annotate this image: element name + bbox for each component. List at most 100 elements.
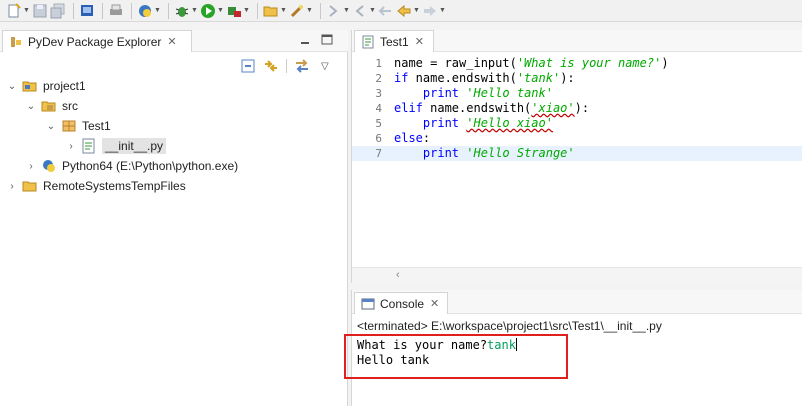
package-explorer-panel: PyDev Package Explorer ✕ ▽ ⌄ project1 ⌄ … [0, 30, 348, 406]
chevron-right-icon[interactable]: › [6, 181, 18, 192]
code-token: 'xiao' [531, 101, 575, 115]
tree-item-label: project1 [43, 79, 86, 93]
tree-item-label: __init__.py [102, 138, 167, 154]
tab-label: Console [380, 296, 425, 311]
chevron-down-icon[interactable]: ⌄ [45, 121, 57, 132]
close-icon[interactable]: ✕ [430, 297, 439, 310]
tree-item-remote-systems[interactable]: › RemoteSystemsTempFiles [6, 176, 185, 196]
chevron-down-icon[interactable]: ▼ [217, 7, 224, 14]
back-icon [397, 4, 411, 17]
new-button[interactable]: ▼ [6, 1, 30, 21]
chevron-down-icon[interactable]: ▼ [439, 7, 446, 14]
tab-package-explorer[interactable]: PyDev Package Explorer ✕ [2, 30, 192, 52]
code-editor-panel: Test1 ✕ 1 name = raw_input('What is your … [351, 30, 802, 283]
debug-button[interactable]: ▼ [174, 1, 198, 21]
code-token: ) [661, 56, 669, 70]
back-button[interactable]: ▼ [396, 1, 420, 21]
console-tabbar: Console ✕ [352, 290, 802, 314]
code-line[interactable]: 7 print 'Hello Strange' [352, 146, 802, 161]
toolbar-separator [320, 2, 321, 19]
chevron-down-icon[interactable]: ▼ [280, 7, 287, 14]
code-line[interactable]: 1 name = raw_input('What is your name?') [352, 56, 802, 71]
tree-item-test1[interactable]: ⌄ Test1 [45, 116, 111, 136]
tab-console[interactable]: Console ✕ [354, 292, 448, 314]
maximize-icon[interactable] [320, 34, 334, 46]
code-line[interactable]: 3 print 'Hello tank' [352, 86, 802, 101]
console-icon [361, 298, 375, 309]
last-edit-icon [378, 5, 391, 16]
external-tools-icon [228, 6, 241, 17]
python-button[interactable]: ▼ [137, 1, 161, 21]
close-icon[interactable]: ✕ [167, 35, 176, 48]
tree-item-init-py[interactable]: › __init__.py [65, 136, 167, 156]
horizontal-scrollbar[interactable]: ‹ [352, 267, 802, 283]
chevron-down-icon[interactable]: ▼ [306, 7, 313, 14]
editor-tabbar: Test1 ✕ [352, 30, 802, 52]
tree-item-project1[interactable]: ⌄ project1 [6, 76, 86, 96]
tree-item-src[interactable]: ⌄ src [25, 96, 78, 116]
chevron-down-icon[interactable]: ▼ [343, 7, 350, 14]
view-menu-icon[interactable]: ▽ [321, 61, 329, 72]
code-token: print [422, 146, 460, 160]
code-text: print 'Hello Strange' [394, 146, 575, 161]
chevron-down-icon[interactable]: ⌄ [6, 81, 18, 92]
code-text: else: [394, 131, 430, 146]
chevron-down-icon[interactable]: ⌄ [25, 101, 37, 112]
toolbar-separator [257, 2, 258, 19]
chevron-down-icon[interactable]: ▼ [413, 7, 420, 14]
chevron-down-icon[interactable]: ▼ [191, 7, 198, 14]
open-type-icon [81, 4, 93, 16]
filters-icon[interactable] [294, 58, 310, 74]
code-line[interactable]: 6 else: [352, 131, 802, 146]
toolbar-separator [131, 2, 132, 19]
run-icon [201, 3, 215, 18]
code-token: ): [560, 71, 575, 85]
save-all-icon [50, 3, 65, 18]
view-window-controls [290, 34, 334, 46]
tree-item-python64[interactable]: › Python64 (E:\Python\python.exe) [25, 156, 238, 176]
next-annotation-button[interactable]: ▼ [326, 1, 350, 21]
external-tools-button[interactable]: ▼ [226, 1, 250, 21]
python-interpreter-icon [43, 160, 55, 172]
open-folder-button[interactable]: ▼ [263, 1, 287, 21]
run-button[interactable]: ▼ [200, 1, 224, 21]
code-text: elif name.endswith('xiao'): [394, 101, 589, 116]
print-button[interactable] [108, 1, 124, 21]
toolbar-separator [102, 2, 103, 19]
collapse-all-icon[interactable] [240, 58, 256, 74]
code-token: 'tank' [516, 71, 561, 85]
code-line[interactable]: 4 elif name.endswith('xiao'): [352, 101, 802, 116]
open-type-button[interactable] [79, 1, 95, 21]
chevron-down-icon[interactable]: ▼ [154, 7, 161, 14]
minimize-icon[interactable] [298, 34, 312, 46]
last-edit-button[interactable] [378, 1, 394, 21]
chevron-down-icon[interactable]: ▼ [243, 7, 250, 14]
close-icon[interactable]: ✕ [415, 35, 424, 48]
python-icon [139, 4, 151, 17]
chevron-down-icon[interactable]: ▼ [23, 7, 30, 14]
line-number: 4 [375, 102, 382, 115]
print-icon [110, 4, 122, 15]
link-with-editor-icon[interactable] [263, 58, 279, 74]
tab-test1[interactable]: Test1 ✕ [354, 30, 434, 52]
line-number: 1 [375, 57, 382, 70]
chevron-right-icon[interactable]: › [25, 161, 37, 172]
chevron-right-icon[interactable]: › [65, 141, 77, 152]
prev-annotation-button[interactable]: ▼ [352, 1, 376, 21]
scroll-left-icon[interactable]: ‹ [396, 269, 400, 281]
explorer-tabbar: PyDev Package Explorer ✕ [0, 30, 348, 52]
code-token: print [422, 86, 460, 100]
highlight-annotation-box [344, 334, 568, 379]
code-token: name.endswith( [408, 71, 517, 85]
chevron-down-icon[interactable]: ▼ [369, 7, 376, 14]
source-folder-icon [41, 101, 56, 112]
search-button[interactable]: ▼ [289, 1, 313, 21]
tree-item-label: Test1 [82, 119, 111, 133]
python-file-icon [82, 138, 95, 154]
save-all-button[interactable] [50, 1, 66, 21]
code-line[interactable]: 5 print 'Hello xiao' [352, 116, 802, 131]
code-line[interactable]: 2 if name.endswith('tank'): [352, 71, 802, 86]
save-button[interactable] [32, 1, 48, 21]
forward-button[interactable]: ▼ [422, 1, 446, 21]
